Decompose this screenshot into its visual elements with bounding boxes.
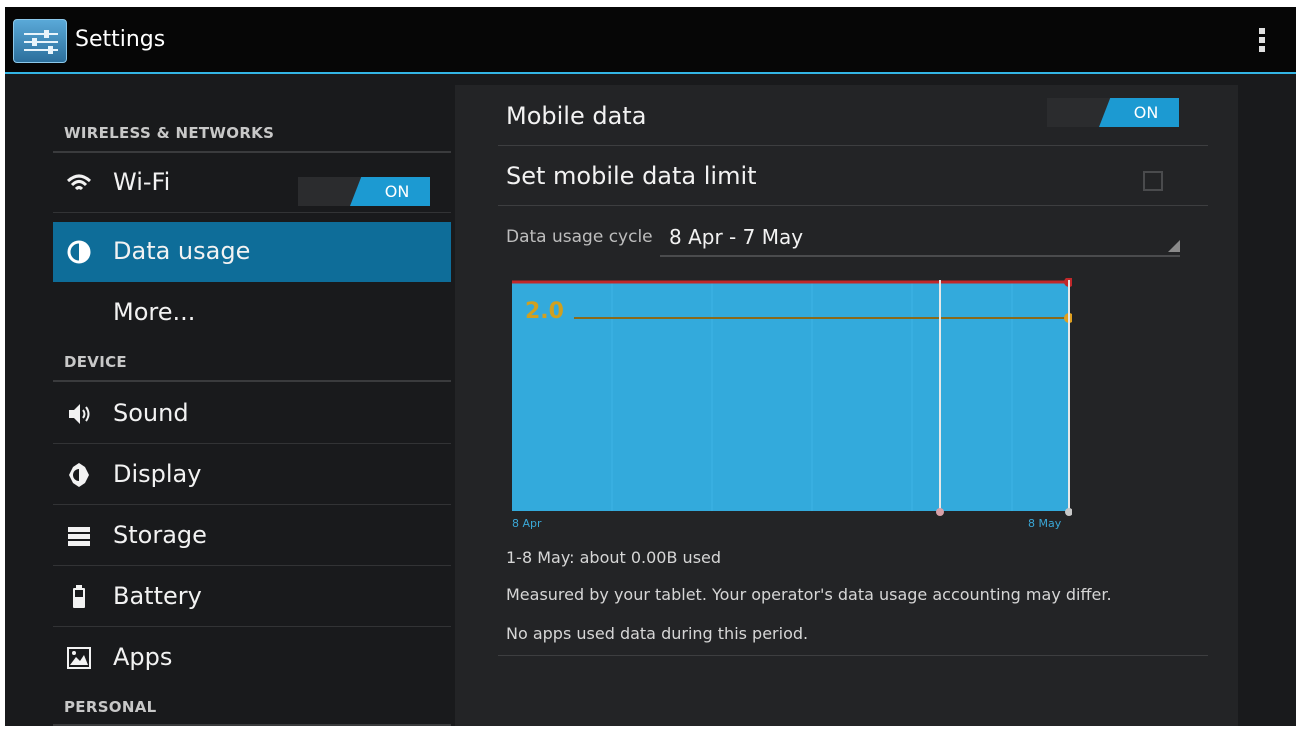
action-bar: Settings [5, 7, 1296, 74]
battery-icon [65, 583, 93, 611]
section-header-wireless: WIRELESS & NETWORKS [64, 124, 275, 142]
section-header-device: DEVICE [64, 353, 127, 371]
wifi-toggle-on: ON [350, 177, 430, 206]
pref-divider [498, 655, 1208, 656]
apps-icon [65, 644, 93, 672]
sidebar-item-wifi[interactable]: Wi-Fi ON [53, 153, 451, 213]
sidebar-item-battery[interactable]: Battery [53, 567, 451, 627]
mobile-data-label: Mobile data [506, 102, 647, 130]
sidebar-item-label: Data usage [113, 237, 251, 265]
settings-window: Settings WIRELESS & NETWORKS Wi-Fi ON Da… [5, 7, 1296, 726]
data-limit-label[interactable]: Set mobile data limit [506, 162, 757, 190]
brightness-icon [65, 461, 93, 489]
app-title: Settings [75, 27, 166, 52]
spinner-arrow-icon [1168, 240, 1180, 252]
cycle-value: 8 Apr - 7 May [669, 225, 804, 249]
pref-divider [498, 145, 1208, 146]
section-divider [53, 724, 451, 726]
usage-summary: 1-8 May: about 0.00B used [506, 548, 722, 567]
section-header-personal: PERSONAL [64, 698, 157, 716]
sidebar-item-apps[interactable]: Apps [53, 628, 451, 688]
cycle-label: Data usage cycle [506, 227, 653, 247]
overflow-menu-icon[interactable] [1250, 25, 1274, 59]
data-usage-pane: Mobile data ON Set mobile data limit Dat… [455, 85, 1238, 726]
sidebar-item-storage[interactable]: Storage [53, 506, 451, 566]
mobile-data-toggle[interactable]: ON [1047, 98, 1179, 127]
wifi-icon [65, 169, 93, 197]
settings-sidebar: WIRELESS & NETWORKS Wi-Fi ON Data usage … [53, 82, 451, 726]
sidebar-item-data-usage[interactable]: Data usage [53, 222, 451, 282]
sidebar-item-label: Apps [113, 643, 173, 671]
sidebar-item-label: Storage [113, 521, 207, 549]
speaker-icon [65, 400, 93, 428]
data-limit-checkbox[interactable] [1143, 171, 1163, 191]
sidebar-item-display[interactable]: Display [53, 445, 451, 505]
chart-start-label: 8 Apr [512, 517, 542, 530]
sidebar-item-label: Sound [113, 399, 189, 427]
section-divider [53, 380, 451, 382]
disclaimer-text: Measured by your tablet. Your operator's… [506, 585, 1112, 604]
sidebar-item-label: More... [113, 298, 196, 326]
sidebar-item-label: Wi-Fi [113, 168, 171, 196]
sweep-handle [936, 508, 944, 516]
no-apps-text: No apps used data during this period. [506, 624, 809, 643]
sidebar-item-more[interactable]: More... [53, 283, 451, 343]
action-bar-divider [5, 72, 1296, 74]
wifi-toggle[interactable]: ON [298, 177, 430, 206]
warning-value: 2.0 [525, 299, 564, 324]
mobile-data-toggle-on: ON [1099, 98, 1179, 127]
sidebar-item-label: Battery [113, 582, 202, 610]
chart-end-label: 8 May [1028, 517, 1062, 530]
storage-icon [65, 522, 93, 550]
sidebar-item-sound[interactable]: Sound [53, 384, 451, 444]
data-usage-icon [65, 238, 93, 266]
usage-chart[interactable] [512, 278, 1072, 518]
settings-sliders-icon[interactable] [13, 19, 67, 63]
pref-divider [498, 205, 1208, 206]
sidebar-item-label: Display [113, 460, 202, 488]
